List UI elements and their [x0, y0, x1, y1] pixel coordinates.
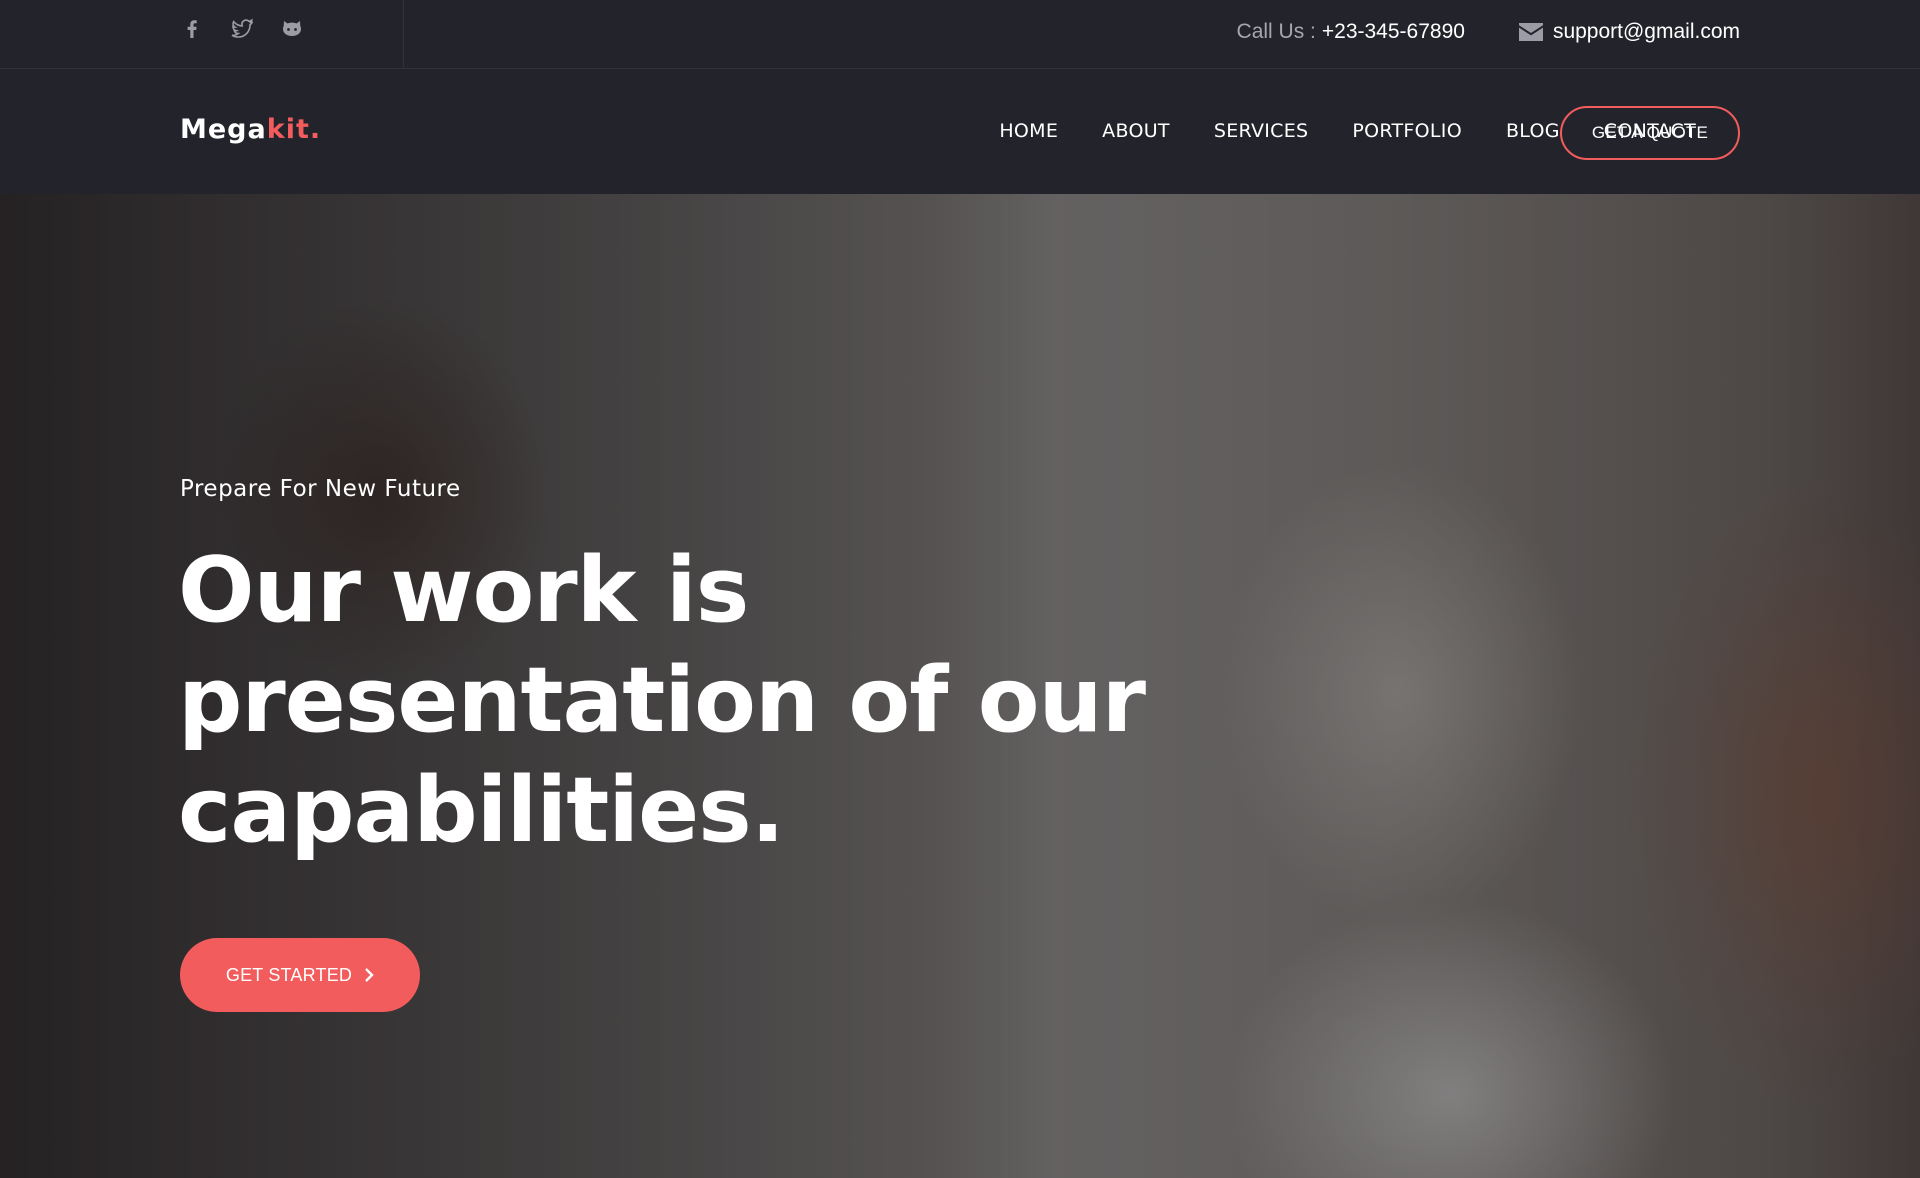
logo-text-accent: kit. — [266, 114, 322, 145]
nav-about[interactable]: ABOUT — [1102, 120, 1170, 142]
facebook-icon[interactable] — [180, 16, 204, 40]
call-label: Call Us : — [1236, 20, 1316, 43]
email-link[interactable]: support@gmail.com — [1553, 20, 1740, 44]
chevron-right-icon — [364, 968, 374, 982]
github-icon[interactable] — [280, 16, 304, 40]
nav-services[interactable]: SERVICES — [1214, 120, 1309, 142]
divider — [403, 0, 404, 69]
nav-home[interactable]: HOME — [999, 120, 1058, 142]
nav-blog[interactable]: BLOG — [1506, 120, 1560, 142]
get-started-label: GET STARTED — [225, 964, 353, 985]
brand-logo[interactable]: Megakit. — [180, 114, 321, 145]
main-navbar: Megakit. HOME ABOUT SERVICES PORTFOLIO B… — [0, 70, 1920, 194]
get-started-button[interactable]: GET STARTED — [180, 938, 420, 1012]
top-bar: Call Us : +23-345-67890 support@gmail.co… — [0, 0, 1920, 69]
hero-section: Prepare For New Future Our work is prese… — [0, 194, 1920, 1178]
phone-number[interactable]: +23-345-67890 — [1322, 20, 1465, 44]
logo-text-primary: Mega — [180, 114, 267, 145]
envelope-icon — [1518, 23, 1543, 41]
contact-info: Call Us : +23-345-67890 support@gmail.co… — [1237, 20, 1740, 44]
hero-tagline: Prepare For New Future — [180, 476, 461, 502]
get-a-quote-button[interactable]: GET A QUOTE — [1560, 106, 1740, 160]
social-links — [180, 16, 304, 40]
nav-portfolio[interactable]: PORTFOLIO — [1352, 120, 1462, 142]
twitter-icon[interactable] — [230, 16, 254, 40]
hero-headline: Our work is presentation of our capabili… — [178, 538, 1146, 863]
